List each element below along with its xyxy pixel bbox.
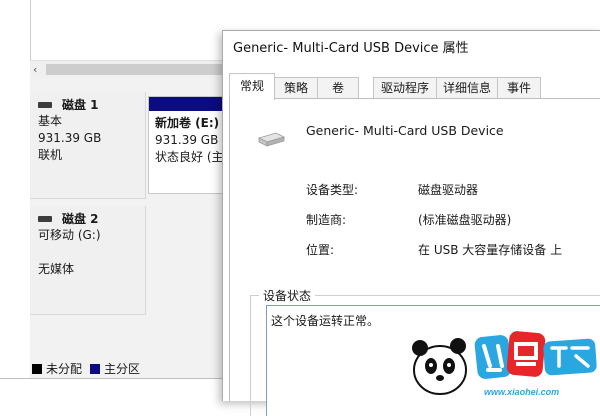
disk-type: 基本: [38, 114, 63, 128]
disk-icon: [38, 216, 52, 222]
tab-events[interactable]: 事件: [497, 77, 541, 98]
device-name: Generic- Multi-Card USB Device: [306, 123, 504, 138]
panda-mascot-icon: [412, 338, 467, 395]
device-status-text: 这个设备运转正常。: [271, 314, 380, 328]
disk-state: 联机: [38, 148, 63, 162]
volume-name: 新加卷 (E:): [155, 116, 220, 130]
tab-strip: 常规 策略 卷 驱动程序 详细信息 事件: [223, 71, 600, 100]
manufacturer-label: 制造商:: [306, 213, 347, 227]
disk-name: 磁盘 2: [62, 212, 99, 226]
legend-swatch: [32, 363, 42, 374]
tab-details[interactable]: 详细信息: [436, 77, 498, 98]
dialog-title: Generic- Multi-Card USB Device 属性: [233, 41, 469, 56]
volume-status: 状态良好 (主: [155, 150, 224, 164]
legend-primary: 主分区: [90, 360, 140, 377]
disk-2-media-area: [148, 206, 224, 314]
legend: 未分配 主分区: [32, 360, 148, 377]
xiaohei-logo: www.xiaohei.com: [412, 331, 597, 397]
tab-volumes[interactable]: 卷: [317, 77, 359, 98]
disk-icon: [38, 102, 52, 108]
status-bar-divider: [0, 378, 225, 379]
tab-general[interactable]: 常规: [229, 73, 275, 100]
horizontal-scrollbar[interactable]: ‹: [30, 60, 230, 78]
location-value: 在 USB 大容量存储设备 上: [418, 243, 563, 257]
usb-drive-icon: [257, 132, 286, 147]
location-label: 位置:: [306, 243, 335, 257]
scroll-left-arrow-icon[interactable]: ‹: [33, 61, 37, 78]
device-type-label: 设备类型:: [306, 183, 359, 197]
disk-type: 可移动 (G:): [38, 228, 101, 242]
brand-wordmark: [474, 331, 597, 379]
disk-state: 无媒体: [38, 262, 75, 276]
volume-size: 931.39 GB N: [155, 133, 225, 147]
disk-size: 931.39 GB: [38, 131, 102, 145]
legend-label: 主分区: [104, 362, 141, 376]
disk-2-card[interactable]: 磁盘 2 可移动 (G:) 无媒体: [30, 206, 146, 315]
manufacturer-value: (标准磁盘驱动器): [418, 213, 512, 227]
tab-driver[interactable]: 驱动程序: [373, 77, 437, 98]
primary-partition-bar: [149, 97, 225, 111]
volume-e[interactable]: 新加卷 (E:) 931.39 GB N 状态良好 (主: [148, 96, 226, 194]
tab-policies[interactable]: 策略: [274, 77, 318, 98]
brand-url: www.xiaohei.com: [484, 387, 559, 397]
legend-swatch: [90, 363, 101, 374]
device-type-value: 磁盘驱动器: [418, 183, 479, 197]
device-status-title: 设备状态: [259, 287, 316, 304]
scrollbar-thumb[interactable]: [46, 64, 230, 75]
legend-unallocated: 未分配: [32, 360, 82, 377]
disk-1-card[interactable]: 磁盘 1 基本 931.39 GB 联机: [30, 92, 146, 199]
column-divider: [30, 0, 31, 60]
legend-label: 未分配: [46, 362, 83, 376]
disk-name: 磁盘 1: [62, 98, 99, 112]
